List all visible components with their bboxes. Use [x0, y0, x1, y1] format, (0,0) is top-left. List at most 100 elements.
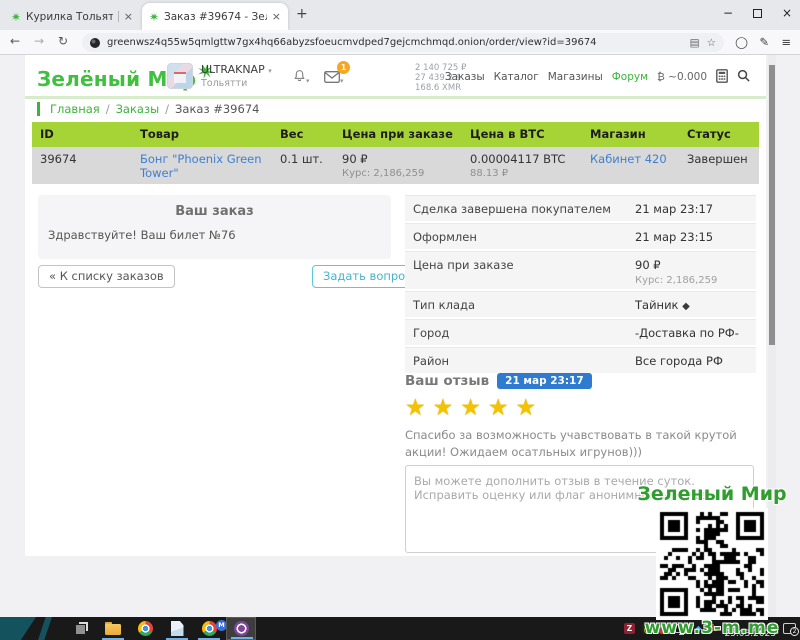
- col-id: ID: [32, 122, 132, 147]
- minimize-button[interactable]: −: [721, 6, 735, 20]
- start-button[interactable]: [0, 617, 56, 640]
- task-view-button[interactable]: [66, 617, 96, 640]
- order-box-title: Ваш заказ: [38, 195, 391, 219]
- breadcrumb-home[interactable]: Главная: [50, 102, 100, 116]
- shop-link[interactable]: Кабинет 420: [590, 152, 667, 166]
- detail-row: Цена при заказе 90 ₽Курс: 2,186,259: [405, 251, 756, 289]
- tab-title: Курилка Тольятти. - Зелёный: [26, 11, 113, 23]
- maximize-button[interactable]: [753, 9, 762, 18]
- calculator-icon[interactable]: [716, 69, 728, 86]
- reader-mode-icon[interactable]: ▤: [690, 37, 700, 49]
- back-to-orders-button[interactable]: « К списку заказов: [38, 265, 175, 288]
- search-icon[interactable]: [737, 69, 750, 85]
- unread-messages-badge: 1: [337, 61, 350, 74]
- tor-browser-button[interactable]: [226, 617, 256, 640]
- notepad-icon: [171, 621, 184, 636]
- order-weight: 0.1 шт.: [272, 147, 334, 184]
- site-identity-icon[interactable]: [90, 38, 100, 48]
- tab-order-active[interactable]: Заказ #39674 - Зелёный Мир ×: [142, 3, 288, 30]
- tab-divider: [118, 11, 119, 22]
- back-icon[interactable]: ←: [10, 34, 20, 48]
- desktop: Курилка Тольятти. - Зелёный × Заказ #396…: [0, 0, 800, 640]
- extension-wand-icon[interactable]: ✎: [759, 35, 769, 49]
- col-btc: Цена в BTC: [462, 122, 582, 147]
- breadcrumb-separator: /: [165, 102, 169, 116]
- page-container: Зелёный Мир ULTRAKNAP ▾ Тольятти ▾ ▾ 1 2…: [25, 55, 766, 556]
- review-text: Спасибо за возможность учавствовать в та…: [405, 427, 753, 462]
- review-title: Ваш отзыв: [405, 373, 489, 389]
- close-tab-icon[interactable]: ×: [272, 11, 281, 22]
- product-link[interactable]: Бонг "Phoenix Green Tower": [140, 152, 262, 180]
- detail-row: Сделка завершена покупателем21 мар 23:17: [405, 195, 756, 221]
- table-header-row: ID Товар Вес Цена при заказе Цена в BTC …: [32, 122, 759, 147]
- folder-icon: [105, 622, 121, 635]
- notepad-button[interactable]: [162, 617, 192, 640]
- chevron-down-icon: ▾: [268, 67, 272, 75]
- leaf-favicon: [149, 12, 159, 22]
- nav-forum[interactable]: Форум: [612, 71, 648, 83]
- site-header: Зелёный Мир ULTRAKNAP ▾ Тольятти ▾ ▾ 1 2…: [25, 55, 766, 99]
- order-btc: 0.00004117 BTC88.13 ₽: [462, 147, 582, 184]
- review-date-badge: 21 мар 23:17: [497, 373, 592, 389]
- tab-kurilka[interactable]: Курилка Тольятти. - Зелёный ×: [4, 3, 140, 30]
- nav-catalog[interactable]: Каталог: [494, 71, 539, 83]
- leaf-favicon: [11, 12, 21, 22]
- scrollbar-thumb[interactable]: [769, 65, 775, 345]
- btc-rate[interactable]: ₿ ~0.000: [657, 71, 707, 83]
- order-price: 90 ₽Курс: 2,186,259: [334, 147, 462, 184]
- table-row: 39674 Бонг "Phoenix Green Tower" 0.1 шт.…: [32, 147, 759, 184]
- menu-icon[interactable]: ≡: [781, 35, 791, 49]
- browser-toolbar: ← → ↻ greenwsz4q55w5qmlgttw7gx4hq66abyzs…: [0, 30, 800, 55]
- status-badge: Завершен: [679, 147, 759, 184]
- breadcrumb-accent-bar: [37, 102, 40, 116]
- breadcrumb-orders[interactable]: Заказы: [116, 102, 160, 116]
- bookmark-star-icon[interactable]: ☆: [707, 37, 716, 49]
- address-bar[interactable]: greenwsz4q55w5qmlgttw7gx4hq66abyzsfoeucm…: [82, 33, 724, 52]
- site-watermark: Зеленый Мир www.3-m.me: [632, 483, 792, 638]
- browser-tab-bar: Курилка Тольятти. - Зелёный × Заказ #396…: [0, 0, 800, 30]
- breadcrumb: Главная / Заказы / Заказ #39674: [37, 102, 259, 116]
- detail-row: Город-Доставка по РФ-: [405, 319, 756, 345]
- chrome-icon: [138, 621, 153, 636]
- user-name: ULTRAKNAP: [201, 63, 265, 76]
- review-section: Ваш отзыв 21 мар 23:17 ★★★★★ Спасибо за …: [405, 373, 756, 462]
- col-price: Цена при заказе: [334, 122, 462, 147]
- breadcrumb-current: Заказ #39674: [175, 102, 259, 116]
- detail-row: РайонВсе города РФ: [405, 347, 756, 373]
- nav-shops[interactable]: Магазины: [548, 71, 603, 83]
- task-view-icon: [75, 622, 88, 635]
- qr-code: [656, 508, 768, 620]
- order-box-message: Здравствуйте! Ваш билет №76: [38, 219, 391, 242]
- close-tab-icon[interactable]: ×: [124, 11, 133, 22]
- notifications-bell-icon[interactable]: ▾: [293, 68, 310, 87]
- url-text[interactable]: greenwsz4q55w5qmlgttw7gx4hq66abyzsfoeucm…: [107, 37, 683, 48]
- reload-icon[interactable]: ↻: [58, 34, 68, 48]
- order-table: ID Товар Вес Цена при заказе Цена в BTC …: [32, 122, 759, 184]
- col-weight: Вес: [272, 122, 334, 147]
- close-window-button[interactable]: ×: [780, 6, 794, 20]
- col-product: Товар: [132, 122, 272, 147]
- detail-row: Оформлен21 мар 23:15: [405, 223, 756, 249]
- tab-title: Заказ #39674 - Зелёный Мир: [164, 11, 267, 23]
- user-city: Тольятти: [201, 78, 272, 89]
- chrome-button[interactable]: [130, 617, 160, 640]
- user-menu[interactable]: ULTRAKNAP ▾ Тольятти: [201, 63, 272, 89]
- star-rating[interactable]: ★★★★★: [405, 395, 756, 421]
- col-status: Статус: [679, 122, 759, 147]
- col-shop: Магазин: [582, 122, 679, 147]
- shield-icon[interactable]: ◯: [735, 35, 748, 49]
- order-details: Сделка завершена покупателем21 мар 23:17…: [405, 195, 756, 375]
- user-avatar[interactable]: [167, 63, 193, 89]
- new-tab-button[interactable]: +: [296, 6, 308, 22]
- stash-gem-icon: ◆: [682, 301, 690, 312]
- watermark-title: Зеленый Мир: [632, 483, 792, 505]
- main-nav: Заказы Каталог Магазины Форум ₿ ~0.000: [445, 55, 750, 99]
- breadcrumb-separator: /: [106, 102, 110, 116]
- file-explorer-button[interactable]: [98, 617, 128, 640]
- nav-orders[interactable]: Заказы: [445, 71, 485, 83]
- forward-icon[interactable]: →: [34, 34, 44, 48]
- gmail-button[interactable]: M: [194, 617, 224, 640]
- order-message-box: Ваш заказ Здравствуйте! Ваш билет №76: [38, 195, 391, 259]
- tor-icon: [234, 621, 249, 636]
- detail-row: Тип клада Тайник ◆: [405, 291, 756, 317]
